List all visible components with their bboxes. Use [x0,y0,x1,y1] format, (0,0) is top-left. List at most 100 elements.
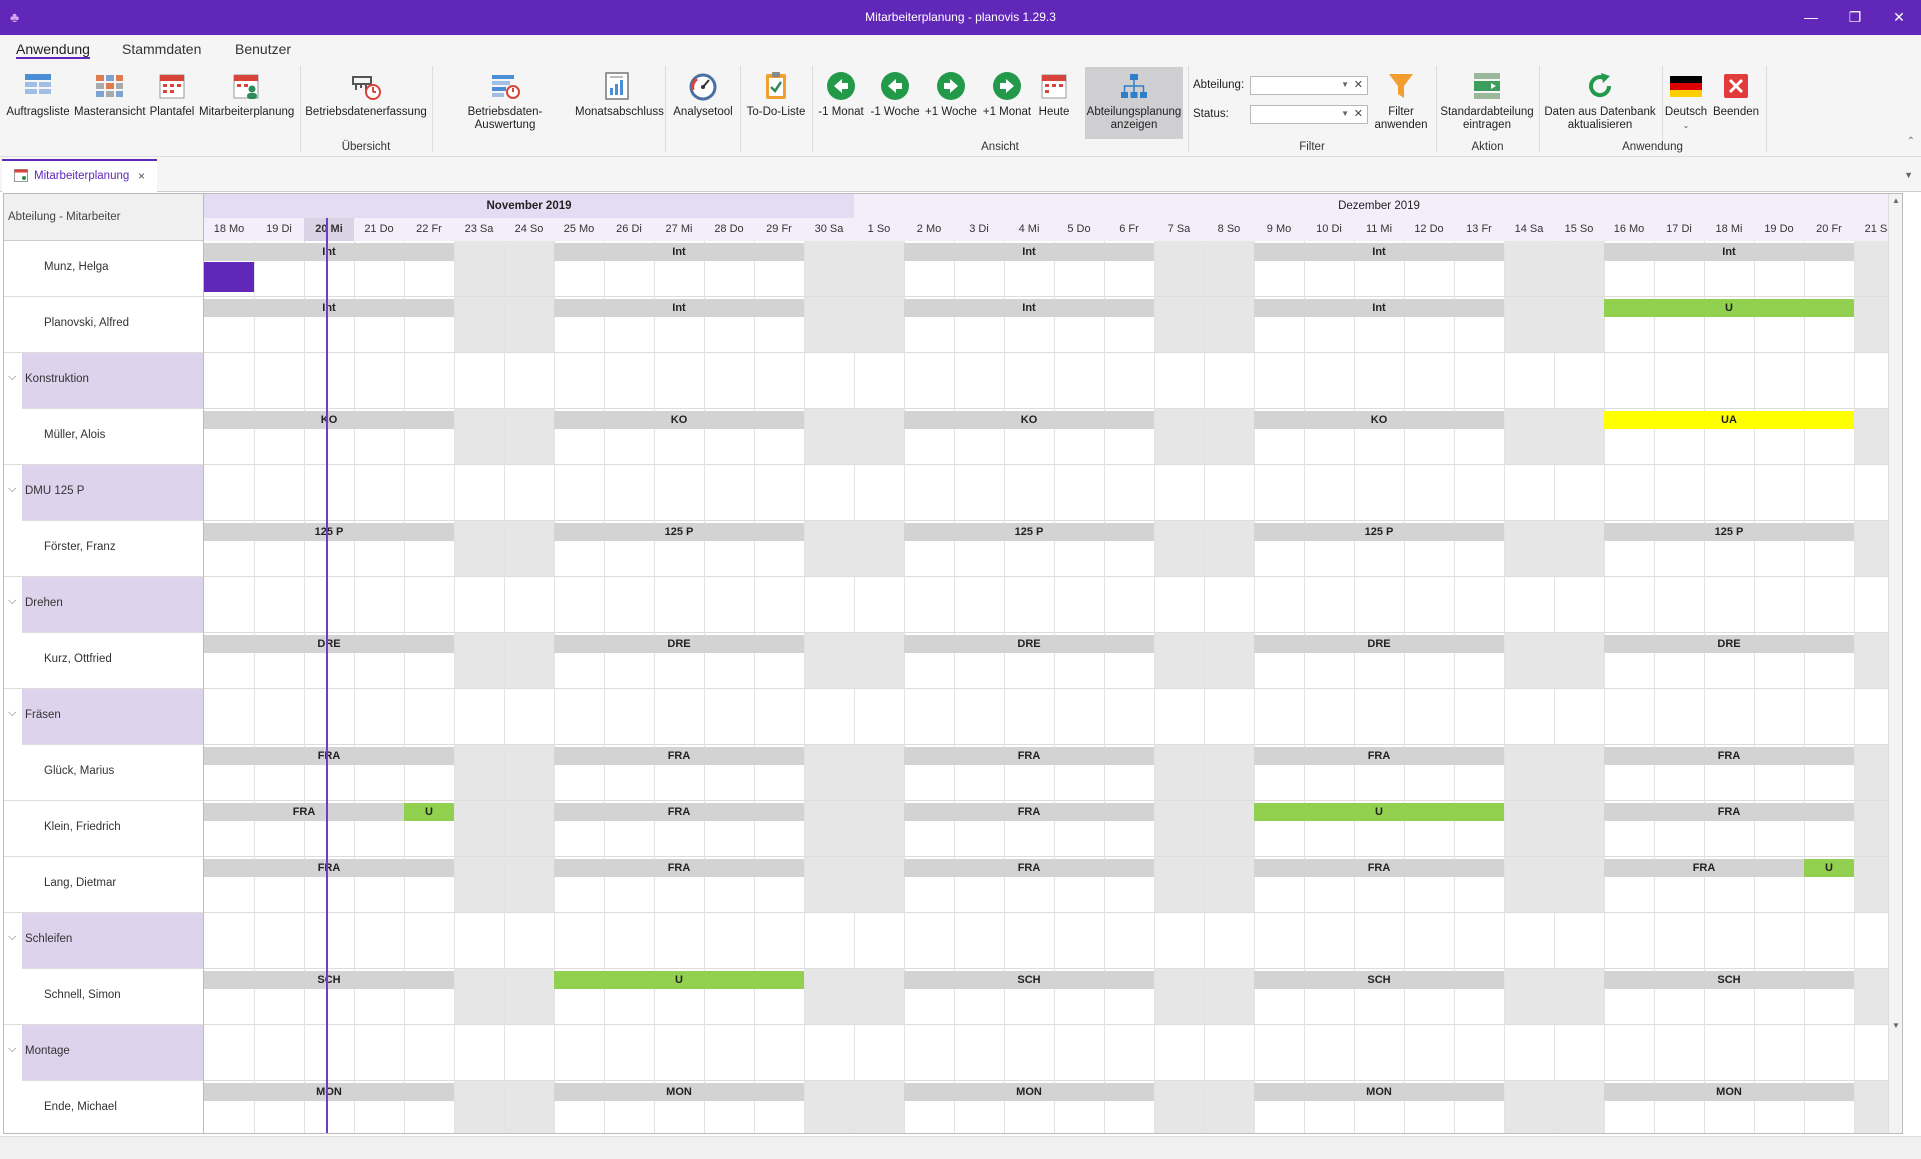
assignment-bar[interactable]: MON [1604,1083,1854,1101]
assignment-bar[interactable]: SCH [1604,971,1854,989]
department-row[interactable]: ⌵ Konstruktion [8,353,204,409]
todo-button[interactable]: To-Do-Liste [745,67,807,119]
day-header-cell[interactable]: 22 Fr [404,218,454,241]
day-header-cell[interactable]: 7 Sa [1154,218,1204,241]
chevron-down-icon[interactable]: ⌵ [8,595,16,608]
schedule-row[interactable] [204,689,1901,745]
day-header-cell[interactable]: 29 Fr [754,218,804,241]
day-header-cell[interactable]: 19 Do [1754,218,1804,241]
day-header-cell[interactable]: 2 Mo [904,218,954,241]
employee-row[interactable]: Glück, Marius [4,745,204,801]
day-header-cell[interactable]: 14 Sa [1504,218,1554,241]
employee-row[interactable]: Förster, Franz [4,521,204,577]
plus-monat-button[interactable]: +1 Monat [980,67,1034,119]
abteilungsplanung-button[interactable]: Abteilungsplanung anzeigen [1085,67,1183,139]
chevron-down-icon[interactable]: ⌵ [8,371,16,384]
employee-row[interactable]: Klein, Friedrich [4,801,204,857]
assignment-bar[interactable]: FRA [554,747,804,765]
day-header-cell[interactable]: 19 Di [254,218,304,241]
assignment-bar[interactable]: DRE [1254,635,1504,653]
close-tab-icon[interactable]: × [138,169,145,183]
assignment-bar[interactable]: Int [904,243,1154,261]
assignment-bar[interactable]: U [1604,299,1854,317]
day-header-cell[interactable]: 1 So [854,218,904,241]
employee-row[interactable]: Lang, Dietmar [4,857,204,913]
employee-row[interactable]: Munz, Helga [4,241,204,297]
beenden-button[interactable]: Beenden [1712,67,1760,119]
department-row[interactable]: ⌵ Fräsen [8,689,204,745]
department-row[interactable]: ⌵ DMU 125 P [8,465,204,521]
day-header-cell[interactable]: 18 Mi [1704,218,1754,241]
assignment-bar[interactable]: FRA [1604,803,1854,821]
schedule-row[interactable]: FRA FRA FRA FRA FRA [204,745,1902,801]
assignment-bar[interactable]: 125 P [1254,523,1504,541]
schedule-row[interactable]: Int Int Int Int U [204,297,1902,353]
day-header-cell[interactable]: 13 Fr [1454,218,1504,241]
betriebsdatenerfassung-button[interactable]: Betriebsdatenerfassung [305,67,427,119]
day-header-cell[interactable]: 20 Fr [1804,218,1854,241]
assignment-bar[interactable]: FRA [204,859,454,877]
assignment-bar[interactable]: Int [1254,243,1504,261]
schedule-row[interactable]: Int Int Int Int Int [204,241,1902,297]
assignment-bar[interactable]: Int [1604,243,1854,261]
schedule-row[interactable] [204,1025,1901,1081]
day-header-cell[interactable]: 30 Sa [804,218,854,241]
standardabteilung-button[interactable]: Standardabteilung eintragen [1440,67,1534,132]
assignment-bar[interactable]: UA [1604,411,1854,429]
chevron-down-icon[interactable]: ⌵ [8,1043,16,1056]
assignment-bar[interactable]: FRA [904,803,1154,821]
scroll-up-icon[interactable]: ▲ [1892,196,1900,205]
day-header-cell[interactable]: 4 Mi [1004,218,1054,241]
assignment-bar[interactable]: DRE [204,635,454,653]
day-header-cell[interactable]: 24 So [504,218,554,241]
daten-aktualisieren-button[interactable]: Daten aus Datenbank aktualisieren [1543,67,1657,132]
assignment-bar[interactable]: 125 P [204,523,454,541]
day-header-cell[interactable]: 20 Mi [304,218,354,241]
employee-row[interactable]: Schnell, Simon [4,969,204,1025]
employee-row[interactable]: Ende, Michael [4,1081,204,1133]
day-header-cell[interactable]: 5 Do [1054,218,1104,241]
assignment-bar[interactable]: KO [1254,411,1504,429]
clear-icon[interactable]: ✕ [1354,78,1363,91]
day-header-cell[interactable]: 6 Fr [1104,218,1154,241]
day-header-cell[interactable]: 8 So [1204,218,1254,241]
assignment-bar[interactable]: MON [1254,1083,1504,1101]
schedule-row[interactable]: MON MON MON MON MON [204,1081,1902,1133]
plantafel-button[interactable]: Plantafel [148,67,196,119]
employee-row[interactable]: Müller, Alois [4,409,204,465]
day-header-cell[interactable]: 21 Do [354,218,404,241]
tab-dropdown-icon[interactable]: ▼ [1904,170,1913,180]
abteilung-combo[interactable]: ▼ ✕ [1250,76,1368,95]
day-header-cell[interactable]: 17 Di [1654,218,1704,241]
schedule-row[interactable]: FRA FRA FRA FRA FRA U [204,857,1902,913]
auftragsliste-button[interactable]: Auftragsliste [4,67,72,119]
assignment-bar[interactable]: Int [204,299,454,317]
day-header-cell[interactable]: 28 Do [704,218,754,241]
assignment-bar[interactable]: FRA [204,747,454,765]
assignment-bar[interactable]: KO [904,411,1154,429]
assignment-bar[interactable]: SCH [1254,971,1504,989]
assignment-bar[interactable]: FRA [904,859,1154,877]
assignment-bar[interactable]: 125 P [554,523,804,541]
day-header-cell[interactable]: 27 Mi [654,218,704,241]
tab-stammdaten[interactable]: Stammdaten [122,41,201,57]
assignment-bar[interactable]: Int [554,299,804,317]
day-header-cell[interactable]: 11 Mi [1354,218,1404,241]
assignment-bar[interactable]: FRA [1604,859,1804,877]
assignment-bar[interactable]: SCH [904,971,1154,989]
day-header-cell[interactable]: 18 Mo [204,218,254,241]
employee-row[interactable]: Planovski, Alfred [4,297,204,353]
analysetool-button[interactable]: Analysetool [672,67,734,119]
schedule-row[interactable]: DRE DRE DRE DRE DRE [204,633,1902,689]
collapse-ribbon-icon[interactable]: ⌃ [1907,136,1915,147]
assignment-bar[interactable]: Int [204,243,454,261]
schedule-row[interactable] [204,353,1901,409]
restore-button[interactable]: ❐ [1833,0,1877,35]
status-combo[interactable]: ▼ ✕ [1250,105,1368,124]
bde-auswertung-button[interactable]: Betriebsdaten-Auswertung [438,67,572,132]
department-row[interactable]: ⌵ Schleifen [8,913,204,969]
day-header-cell[interactable]: 16 Mo [1604,218,1654,241]
clear-icon[interactable]: ✕ [1354,107,1363,120]
minus-woche-button[interactable]: -1 Woche [868,67,922,119]
mitarbeiterplanung-button[interactable]: Mitarbeiterplanung [199,67,294,119]
